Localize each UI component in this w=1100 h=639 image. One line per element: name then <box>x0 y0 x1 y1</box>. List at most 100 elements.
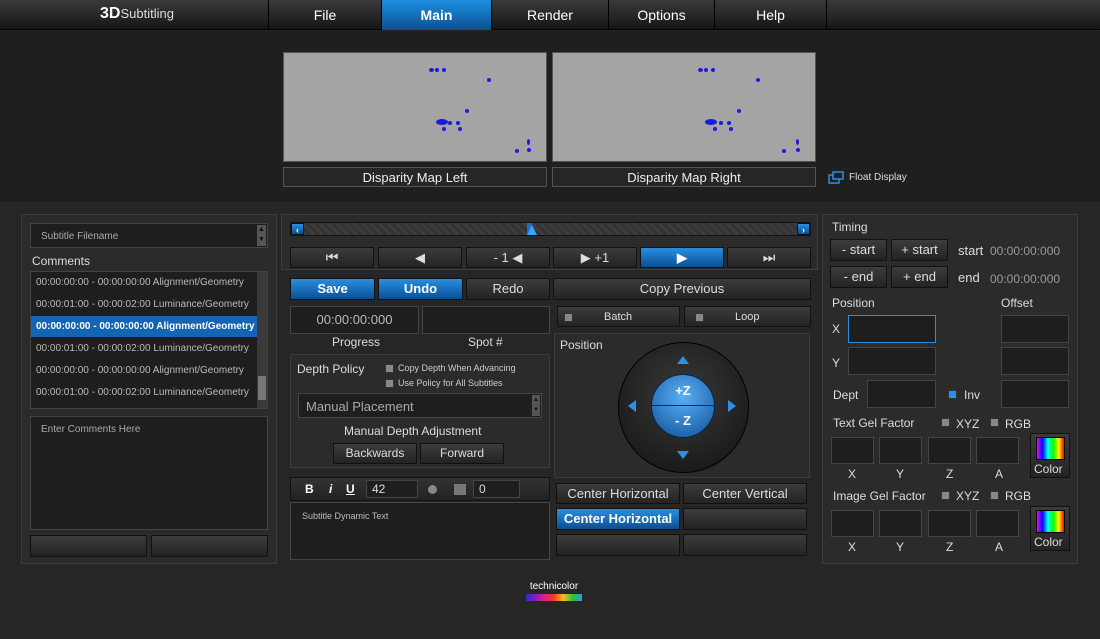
skip-to-start-button[interactable]: ⏮ <box>290 247 374 268</box>
use-policy-checkbox[interactable] <box>385 379 394 388</box>
depth-label: Dept <box>833 388 859 402</box>
save-style-icon[interactable] <box>454 484 466 495</box>
timeline-scrubber[interactable]: ‹ › <box>290 222 811 236</box>
plus-end-button[interactable]: + end <box>891 266 948 288</box>
scroll-right-icon[interactable]: › <box>797 223 810 235</box>
center-horizontal-button[interactable]: Center Horizontal <box>556 483 680 504</box>
redo-button[interactable]: Redo <box>466 278 550 300</box>
image-gel-title: Image Gel Factor <box>833 489 926 503</box>
comments-scrollbar[interactable] <box>257 272 267 408</box>
disparity-map-right <box>552 52 816 162</box>
text-gel-color-button[interactable]: Color <box>1030 433 1070 478</box>
offset-y-field[interactable] <box>1001 347 1069 375</box>
float-display-button[interactable]: Float Display <box>828 170 918 186</box>
batch-checkbox[interactable] <box>564 313 573 322</box>
menu-help[interactable]: Help <box>714 0 827 30</box>
plus-z-button[interactable]: +Z <box>663 383 703 398</box>
spot-number-field[interactable] <box>422 306 550 334</box>
filename-spinner[interactable]: ▲ ▼ <box>257 225 266 246</box>
scroll-left-icon[interactable]: ‹ <box>291 223 304 235</box>
comment-input[interactable]: Enter Comments Here <box>30 416 268 530</box>
italic-button[interactable]: i <box>329 482 332 496</box>
image-gel-rgb-checkbox[interactable] <box>990 491 999 500</box>
list-item[interactable]: 00:00:01:00 - 00:00:02:00 Luminance/Geom… <box>31 382 257 404</box>
list-item[interactable]: 00:00:00:00 - 00:00:00:00 Alignment/Geom… <box>31 272 257 294</box>
playhead-icon[interactable] <box>526 224 538 236</box>
loop-toggle[interactable]: Loop <box>684 306 811 327</box>
image-gel-xyz-checkbox[interactable] <box>941 491 950 500</box>
forward-one-frame-button[interactable]: ▶ +1 <box>553 247 637 268</box>
text-gel-z-field[interactable] <box>928 437 971 464</box>
image-gel-color-button[interactable]: Color <box>1030 506 1070 551</box>
copy-previous-button[interactable]: Copy Previous <box>553 278 811 300</box>
disparity-map-right-label: Disparity Map Right <box>552 167 816 187</box>
text-gel-a-field[interactable] <box>976 437 1019 464</box>
center-vertical-button[interactable]: Center Vertical <box>683 483 807 504</box>
image-gel-a-field[interactable] <box>976 510 1019 537</box>
menu-main[interactable]: Main <box>381 0 491 30</box>
subtitle-filename-field[interactable]: Subtitle Filename ▲ ▼ <box>30 223 268 248</box>
position-y-label: Y <box>832 356 841 370</box>
placement-dropdown[interactable]: Manual Placement ▲ ▼ <box>298 393 542 418</box>
text-gel-y-field[interactable] <box>879 437 922 464</box>
batch-toggle[interactable]: Batch <box>557 306 680 327</box>
chevron-down-icon[interactable]: ▲ ▼ <box>532 395 540 416</box>
manual-depth-label: Manual Depth Adjustment <box>344 424 482 438</box>
spot-label: Spot # <box>468 335 503 349</box>
menu-options[interactable]: Options <box>608 0 714 30</box>
minus-z-button[interactable]: - Z <box>663 413 703 428</box>
list-item[interactable]: 00:00:00:00 - 00:00:00:00 Alignment/Geom… <box>31 316 257 338</box>
minus-start-button[interactable]: - start <box>830 239 887 261</box>
depth-field[interactable] <box>867 380 936 408</box>
list-item[interactable]: 00:00:00:00 - 00:00:00:00 Alignment/Geom… <box>31 360 257 382</box>
arrow-left-icon[interactable] <box>627 399 637 413</box>
underline-button[interactable]: U <box>346 482 355 496</box>
arrow-down-icon[interactable] <box>676 450 690 460</box>
save-button[interactable]: Save <box>290 278 375 300</box>
center-horizontal-active-button[interactable]: Center Horizontal <box>556 508 680 530</box>
position-preset-button-2[interactable] <box>683 508 807 530</box>
position-y-field[interactable] <box>848 347 936 375</box>
menu-file[interactable]: File <box>268 0 381 30</box>
list-item[interactable]: 00:00:01:00 - 00:00:02:00 Luminance/Geom… <box>31 294 257 316</box>
back-one-frame-button[interactable]: - 1 ◀ <box>466 247 550 268</box>
image-gel-x-field[interactable] <box>831 510 874 537</box>
menu-render[interactable]: Render <box>491 0 608 30</box>
comments-title: Comments <box>32 254 91 268</box>
disparity-map-left-label: Disparity Map Left <box>283 167 547 187</box>
minus-end-button[interactable]: - end <box>830 266 887 288</box>
style-value-field[interactable]: 0 <box>473 480 520 498</box>
position-preset-button-3[interactable] <box>556 534 680 556</box>
skip-to-end-button[interactable]: ⏭ <box>727 247 811 268</box>
text-gel-xyz-checkbox[interactable] <box>941 418 950 427</box>
offset-depth-field[interactable] <box>1001 380 1069 408</box>
invert-checkbox[interactable] <box>948 390 957 399</box>
forward-button[interactable]: Forward <box>420 443 504 464</box>
timing-title: Timing <box>832 220 868 234</box>
text-gel-rgb-checkbox[interactable] <box>990 418 999 427</box>
comment-action-button-2[interactable] <box>151 535 268 557</box>
list-item[interactable]: 00:00:01:00 - 00:00:02:00 Luminance/Geom… <box>31 338 257 360</box>
color-dot-icon[interactable] <box>428 485 437 494</box>
bold-button[interactable]: B <box>305 482 314 496</box>
offset-x-field[interactable] <box>1001 315 1069 343</box>
arrow-right-icon[interactable] <box>727 399 737 413</box>
position-x-field[interactable] <box>848 315 936 343</box>
end-timecode: 00:00:00:000 <box>990 272 1061 286</box>
play-button[interactable]: ▶ <box>640 247 724 268</box>
copy-depth-checkbox[interactable] <box>385 364 394 373</box>
subtitle-text-area[interactable]: Subtitle Dynamic Text <box>290 502 550 560</box>
comment-action-button-1[interactable] <box>30 535 147 557</box>
text-gel-x-field[interactable] <box>831 437 874 464</box>
loop-checkbox[interactable] <box>695 313 704 322</box>
font-size-field[interactable]: 42 <box>366 480 418 498</box>
image-gel-z-field[interactable] <box>928 510 971 537</box>
plus-start-button[interactable]: + start <box>891 239 948 261</box>
image-gel-y-field[interactable] <box>879 510 922 537</box>
comments-list: 00:00:00:00 - 00:00:00:00 Alignment/Geom… <box>30 271 268 409</box>
position-preset-button-4[interactable] <box>683 534 807 556</box>
arrow-up-icon[interactable] <box>676 355 690 365</box>
backwards-button[interactable]: Backwards <box>333 443 417 464</box>
undo-button[interactable]: Undo <box>378 278 463 300</box>
step-back-button[interactable]: ◀ <box>378 247 462 268</box>
